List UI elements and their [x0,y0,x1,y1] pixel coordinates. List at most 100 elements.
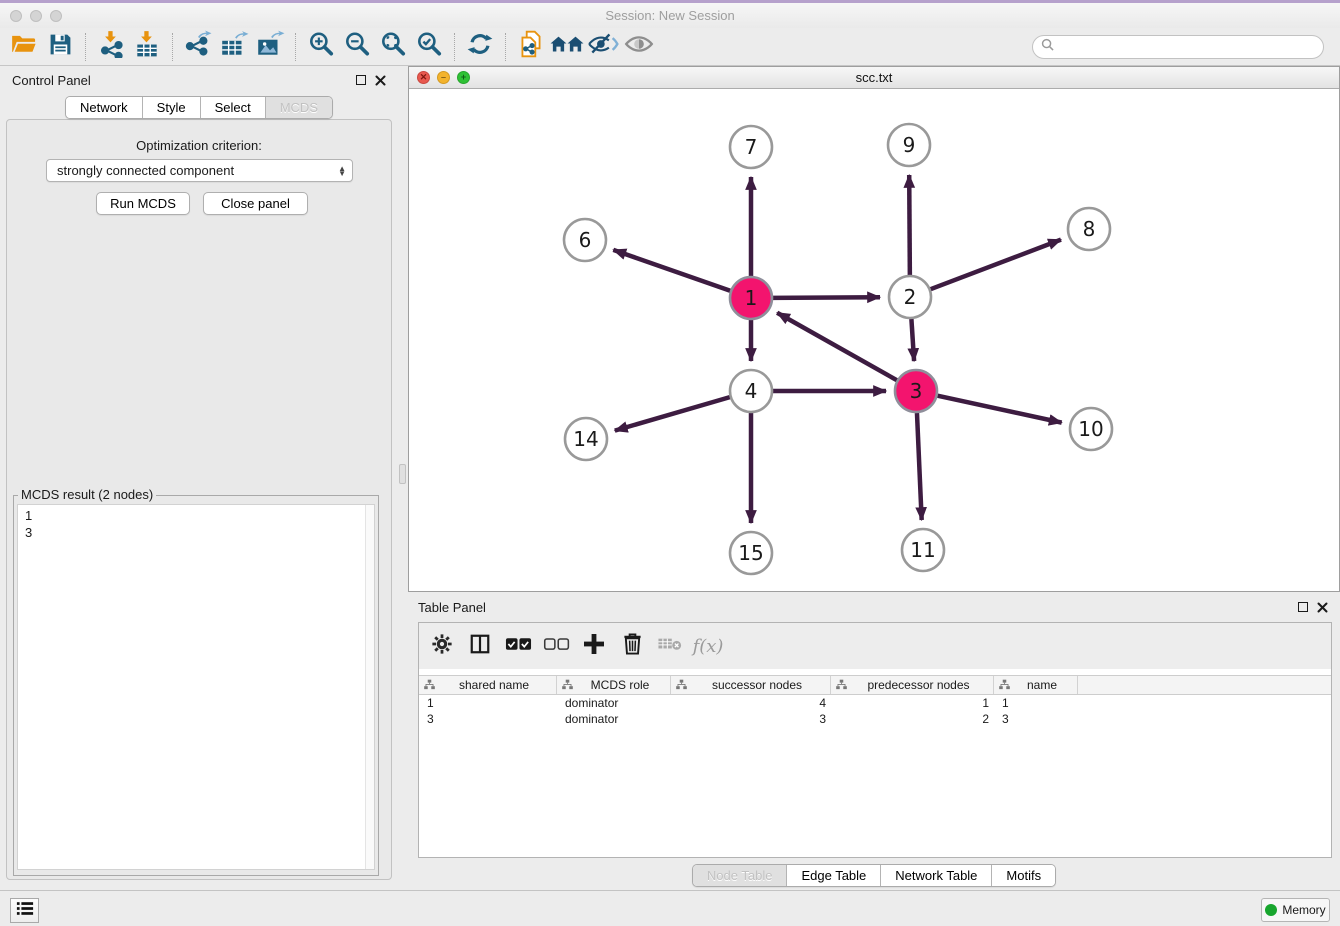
graph-edge-4-14[interactable] [615,397,730,430]
mcds-result-line: 1 [25,507,374,524]
float-table-panel-icon[interactable] [1298,602,1308,612]
delete-column-button[interactable] [613,628,651,664]
export-table-button[interactable] [216,31,252,63]
import-table-icon [133,30,161,63]
export-network-button[interactable] [180,31,216,63]
network-close-button[interactable]: ✕ [417,71,430,84]
close-panel-icon[interactable] [375,75,386,86]
close-table-panel-icon[interactable] [1317,602,1328,613]
home-view-button[interactable] [549,31,585,63]
checked-boxes-icon [505,636,532,657]
list-icon [16,901,34,921]
graph-edge-2-8[interactable] [931,240,1061,290]
table-row[interactable]: 1dominator411 [419,695,1331,711]
toolbar-separator [505,33,506,61]
result-scrollbar[interactable] [365,505,374,869]
table-cell: 3 [419,712,557,726]
table-settings-button[interactable] [423,628,461,664]
table-cell: dominator [557,696,671,710]
column-header-shared-name[interactable]: shared name [419,676,557,694]
network-maximize-button[interactable]: + [457,71,470,84]
column-header-predecessor-nodes[interactable]: predecessor nodes [831,676,994,694]
window-title: Session: New Session [0,8,1340,23]
control-panel: Control Panel Network Style Select MCDS … [0,66,398,890]
column-header-name[interactable]: name [994,676,1078,694]
column-view-button[interactable] [461,628,499,664]
network-graph-svg[interactable]: 1234678910111415 [409,89,1339,591]
memory-status-icon [1265,904,1277,916]
graph-edge-3-10[interactable] [937,396,1061,423]
table-cell: 1 [419,696,557,710]
float-panel-icon[interactable] [356,75,366,85]
tab-mcds[interactable]: MCDS [265,97,332,118]
deselect-all-button[interactable] [537,628,575,664]
zoom-in-button[interactable] [303,31,339,63]
tab-select[interactable]: Select [200,97,265,118]
graph-edge-3-1[interactable] [777,313,897,380]
criterion-select[interactable]: strongly connected component ▲▼ [46,159,353,182]
tab-style[interactable]: Style [142,97,200,118]
search-input[interactable] [1059,39,1315,54]
add-column-button[interactable] [575,628,613,664]
column-header-MCDS-role[interactable]: MCDS role [557,676,671,694]
column-header-label: predecessor nodes [848,678,989,692]
zoom-selected-button[interactable] [411,31,447,63]
memory-button[interactable]: Memory [1261,898,1330,922]
column-header-successor-nodes[interactable]: successor nodes [671,676,831,694]
split-divider-grip[interactable] [399,464,406,484]
column-type-icon [835,679,848,691]
table-row[interactable]: 3dominator323 [419,711,1331,727]
unchecked-boxes-icon [543,636,570,657]
zoom-out-button[interactable] [339,31,375,63]
duplicate-network-button[interactable] [513,31,549,63]
zoom-fit-icon [379,30,407,63]
column-type-icon [423,679,436,691]
network-window: scc.txt ✕ – + 1234678910111415 [408,66,1340,592]
tab-edge-table[interactable]: Edge Table [786,865,880,886]
tab-node-table[interactable]: Node Table [693,865,787,886]
table-cell: 3 [671,712,831,726]
hide-details-button[interactable] [585,31,621,63]
export-image-button[interactable] [252,31,288,63]
network-window-title: scc.txt [409,70,1339,85]
select-all-button[interactable] [499,628,537,664]
graph-edge-2-9[interactable] [909,175,910,275]
graph-node-label-1: 1 [745,286,758,310]
import-table-button[interactable] [129,31,165,63]
graph-edge-2-3[interactable] [911,319,914,361]
save-session-button[interactable] [42,31,78,63]
network-minimize-button[interactable]: – [437,71,450,84]
tab-network-table[interactable]: Network Table [880,865,991,886]
graph-node-label-7: 7 [745,135,758,159]
home-icon [550,31,584,62]
graph-edge-1-2[interactable] [773,297,880,298]
open-session-button[interactable] [6,31,42,63]
show-details-button[interactable] [621,31,657,63]
split-divider[interactable] [398,66,408,890]
import-network-button[interactable] [93,31,129,63]
table-cell: 3 [994,712,1078,726]
main-area: Control Panel Network Style Select MCDS … [0,66,1340,890]
column-type-icon [998,679,1011,691]
graph-node-label-8: 8 [1083,217,1096,241]
main-toolbar [0,28,1340,66]
search-field[interactable] [1032,35,1324,59]
mcds-result-list[interactable]: 1 3 [17,504,375,870]
close-panel-button[interactable]: Close panel [203,192,308,215]
task-history-button[interactable] [10,898,39,923]
function-builder-button[interactable]: f(x) [689,628,727,664]
node-table-container: f(x) shared nameMCDS rolesuccessor nodes… [418,622,1332,858]
graph-edge-1-6[interactable] [613,250,730,291]
tab-network[interactable]: Network [66,97,142,118]
delete-table-button[interactable] [651,628,689,664]
zoom-fit-button[interactable] [375,31,411,63]
tab-motifs[interactable]: Motifs [991,865,1055,886]
run-mcds-button[interactable]: Run MCDS [96,192,190,215]
graph-node-label-3: 3 [910,379,923,403]
graph-edge-3-11[interactable] [917,413,922,520]
network-window-titlebar[interactable]: scc.txt ✕ – + [409,67,1339,89]
status-bar: Memory [0,890,1340,926]
control-panel-tabs: Network Style Select MCDS [0,96,398,119]
table-cell: 2 [831,712,994,726]
refresh-layout-button[interactable] [462,31,498,63]
